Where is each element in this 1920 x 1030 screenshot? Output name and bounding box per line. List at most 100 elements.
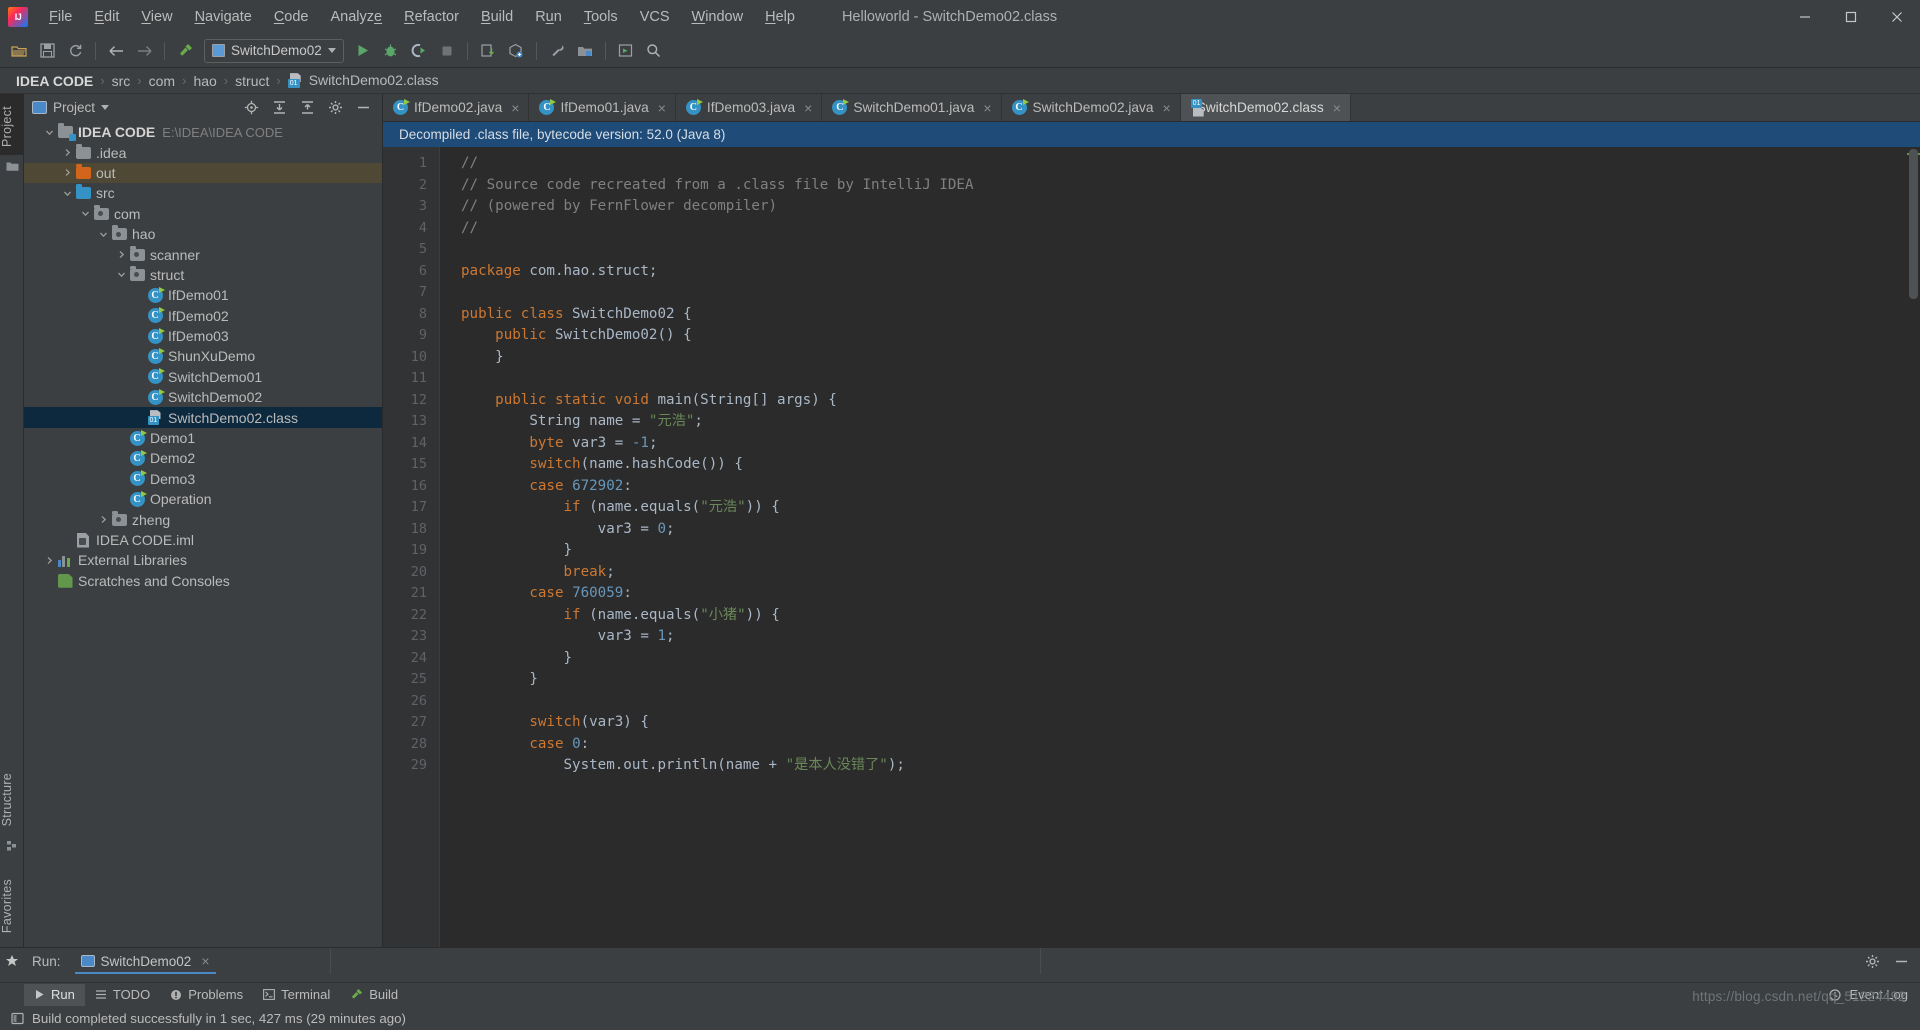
build-hammer-icon[interactable] bbox=[172, 38, 198, 64]
tree-node--idea[interactable]: .idea bbox=[24, 142, 382, 162]
tree-expand-arrow[interactable] bbox=[60, 189, 75, 198]
rail-favorites-button[interactable]: Favorites bbox=[0, 871, 23, 941]
run-icon[interactable] bbox=[350, 38, 376, 64]
minimize-button[interactable] bbox=[1782, 0, 1828, 34]
hide-icon[interactable] bbox=[355, 99, 372, 116]
forward-icon[interactable] bbox=[131, 38, 157, 64]
maximize-button[interactable] bbox=[1828, 0, 1874, 34]
menu-help[interactable]: Help bbox=[754, 4, 806, 30]
debug-icon[interactable] bbox=[378, 38, 404, 64]
gear-icon[interactable] bbox=[327, 99, 344, 116]
close-button[interactable] bbox=[1874, 0, 1920, 34]
settings-wrench-icon[interactable] bbox=[544, 38, 570, 64]
menu-edit[interactable]: Edit bbox=[83, 4, 130, 30]
breadcrumb-item-switchdemo02-class[interactable]: 01 SwitchDemo02.class bbox=[284, 72, 443, 89]
menu-tools[interactable]: Tools bbox=[573, 4, 629, 30]
tree-expand-arrow[interactable] bbox=[60, 168, 75, 177]
tree-node-out[interactable]: out bbox=[24, 162, 382, 184]
editor-tab-ifdemo01-java[interactable]: C IfDemo01.java × bbox=[529, 94, 676, 121]
editor-vertical-scrollbar[interactable] bbox=[1907, 147, 1920, 947]
favorites-star-icon[interactable] bbox=[0, 954, 24, 968]
tree-expand-arrow[interactable] bbox=[42, 556, 57, 565]
structure-icon[interactable] bbox=[0, 835, 24, 857]
toolwindow-terminal[interactable]: Terminal bbox=[253, 984, 340, 1006]
tree-node-com[interactable]: com bbox=[24, 204, 382, 224]
menu-window[interactable]: Window bbox=[681, 4, 755, 30]
stop-icon[interactable] bbox=[434, 38, 460, 64]
toolwindow-problems[interactable]: Problems bbox=[160, 984, 253, 1006]
tree-node-operation[interactable]: C Operation bbox=[24, 489, 382, 509]
chevron-down-icon[interactable] bbox=[101, 104, 110, 110]
tree-node-scanner[interactable]: scanner bbox=[24, 244, 382, 264]
tree-node-idea-code-iml[interactable]: IDEA CODE.iml bbox=[24, 530, 382, 550]
close-icon[interactable]: × bbox=[983, 101, 991, 115]
tree-node-external-libraries[interactable]: External Libraries bbox=[24, 550, 382, 570]
menu-refactor[interactable]: Refactor bbox=[393, 4, 470, 30]
tree-node-demo2[interactable]: C Demo2 bbox=[24, 448, 382, 468]
gear-icon[interactable] bbox=[1864, 953, 1881, 970]
menu-run[interactable]: Run bbox=[524, 4, 573, 30]
editor-tab-switchdemo02-class[interactable]: 01 SwitchDemo02.class × bbox=[1180, 94, 1351, 121]
tree-node-zheng[interactable]: zheng bbox=[24, 509, 382, 529]
locate-icon[interactable] bbox=[243, 99, 260, 116]
menu-build[interactable]: Build bbox=[470, 4, 524, 30]
open-folder-icon[interactable] bbox=[6, 38, 32, 64]
back-icon[interactable] bbox=[103, 38, 129, 64]
tree-node-switchdemo02[interactable]: C SwitchDemo02 bbox=[24, 387, 382, 407]
menu-analyze[interactable]: Analyze bbox=[320, 4, 394, 30]
project-tree[interactable]: IDEA CODE E:\IDEA\IDEA CODE .idea out src com… bbox=[24, 120, 382, 947]
run-configuration-selector[interactable]: SwitchDemo02 bbox=[204, 38, 344, 63]
update-project-icon[interactable] bbox=[475, 38, 501, 64]
editor-tab-switchdemo01-java[interactable]: C SwitchDemo01.java × bbox=[822, 94, 1002, 121]
tree-node-idea-code[interactable]: IDEA CODE E:\IDEA\IDEA CODE bbox=[24, 122, 382, 142]
project-structure-icon[interactable] bbox=[572, 38, 598, 64]
toolwindow-todo[interactable]: TODO bbox=[85, 984, 160, 1006]
editor-tab-switchdemo02-java[interactable]: C SwitchDemo02.java × bbox=[1002, 94, 1181, 121]
breadcrumb-item-hao[interactable]: hao bbox=[189, 73, 220, 89]
tree-node-shunxudemo[interactable]: C ShunXuDemo bbox=[24, 346, 382, 366]
tree-expand-arrow[interactable] bbox=[96, 230, 111, 239]
tree-node-switchdemo01[interactable]: C SwitchDemo01 bbox=[24, 367, 382, 387]
breadcrumb-item-struct[interactable]: struct bbox=[231, 73, 273, 89]
tree-expand-arrow[interactable] bbox=[42, 128, 57, 137]
menu-navigate[interactable]: Navigate bbox=[184, 4, 263, 30]
project-panel-title-group[interactable]: Project bbox=[32, 100, 110, 115]
breadcrumb-item-com[interactable]: com bbox=[145, 73, 179, 89]
tree-node-demo1[interactable]: C Demo1 bbox=[24, 428, 382, 448]
search-everywhere-icon[interactable] bbox=[641, 38, 667, 64]
sync-refresh-icon[interactable] bbox=[62, 38, 88, 64]
tree-node-struct[interactable]: struct bbox=[24, 265, 382, 285]
hide-icon[interactable] bbox=[1893, 953, 1910, 970]
tree-node-hao[interactable]: hao bbox=[24, 224, 382, 244]
run-coverage-icon[interactable] bbox=[406, 38, 432, 64]
tree-node-ifdemo02[interactable]: C IfDemo02 bbox=[24, 306, 382, 326]
menu-view[interactable]: View bbox=[130, 4, 183, 30]
toolwindow-build[interactable]: Build bbox=[340, 984, 408, 1006]
close-icon[interactable]: × bbox=[1162, 101, 1170, 115]
commit-icon[interactable] bbox=[503, 38, 529, 64]
menu-code[interactable]: Code bbox=[263, 4, 320, 30]
tree-node-ifdemo03[interactable]: C IfDemo03 bbox=[24, 326, 382, 346]
toolwindow-run[interactable]: Run bbox=[24, 983, 85, 1006]
tree-node-demo3[interactable]: C Demo3 bbox=[24, 469, 382, 489]
expand-all-icon[interactable] bbox=[271, 99, 288, 116]
menu-vcs[interactable]: VCS bbox=[629, 4, 681, 30]
tree-node-src[interactable]: src bbox=[24, 183, 382, 203]
tree-node-scratches-and-consoles[interactable]: Scratches and Consoles bbox=[24, 571, 382, 591]
scrollbar-thumb[interactable] bbox=[1909, 149, 1918, 299]
close-icon[interactable]: × bbox=[1333, 101, 1341, 115]
editor-tab-ifdemo02-java[interactable]: C IfDemo02.java × bbox=[383, 94, 530, 121]
collapse-all-icon[interactable] bbox=[299, 99, 316, 116]
close-icon[interactable]: × bbox=[804, 101, 812, 115]
tree-expand-arrow[interactable] bbox=[114, 250, 129, 259]
tree-expand-arrow[interactable] bbox=[60, 148, 75, 157]
rail-project-button[interactable]: Project bbox=[0, 94, 23, 156]
select-opened-file-icon[interactable] bbox=[613, 38, 639, 64]
tree-expand-arrow[interactable] bbox=[96, 515, 111, 524]
rail-folder-icon[interactable] bbox=[0, 155, 24, 177]
close-icon[interactable]: × bbox=[658, 101, 666, 115]
editor-tab-ifdemo03-java[interactable]: C IfDemo03.java × bbox=[676, 94, 823, 121]
save-all-icon[interactable] bbox=[34, 38, 60, 64]
breadcrumb-item-idea-code[interactable]: IDEA CODE bbox=[12, 73, 97, 89]
tree-expand-arrow[interactable] bbox=[78, 209, 93, 218]
